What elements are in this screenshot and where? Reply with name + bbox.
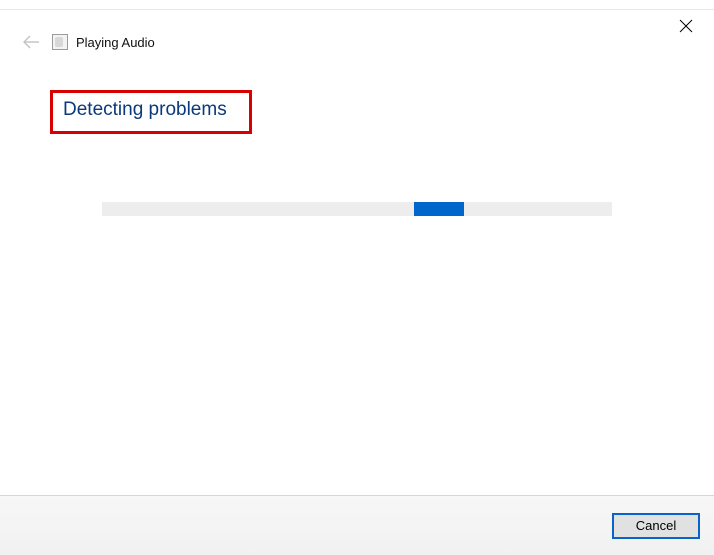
- window-top-border: [0, 0, 714, 10]
- progress-indicator: [414, 202, 464, 216]
- progress-bar: [102, 202, 612, 216]
- close-icon: [679, 19, 693, 33]
- header-bar: Playing Audio: [0, 10, 714, 56]
- cancel-button[interactable]: Cancel: [612, 513, 700, 539]
- audio-troubleshooter-icon: [52, 34, 68, 50]
- cancel-button-label: Cancel: [636, 518, 676, 533]
- status-text: Detecting problems: [63, 99, 227, 120]
- content-area: Detecting problems: [0, 56, 714, 495]
- back-arrow-icon: [22, 35, 40, 49]
- troubleshooter-title: Playing Audio: [76, 35, 155, 50]
- close-button[interactable]: [676, 16, 696, 36]
- troubleshooter-window: Playing Audio Detecting problems Cancel: [0, 0, 714, 555]
- footer-bar: Cancel: [0, 495, 714, 555]
- status-highlight-box: Detecting problems: [50, 90, 252, 134]
- back-button[interactable]: [20, 31, 42, 53]
